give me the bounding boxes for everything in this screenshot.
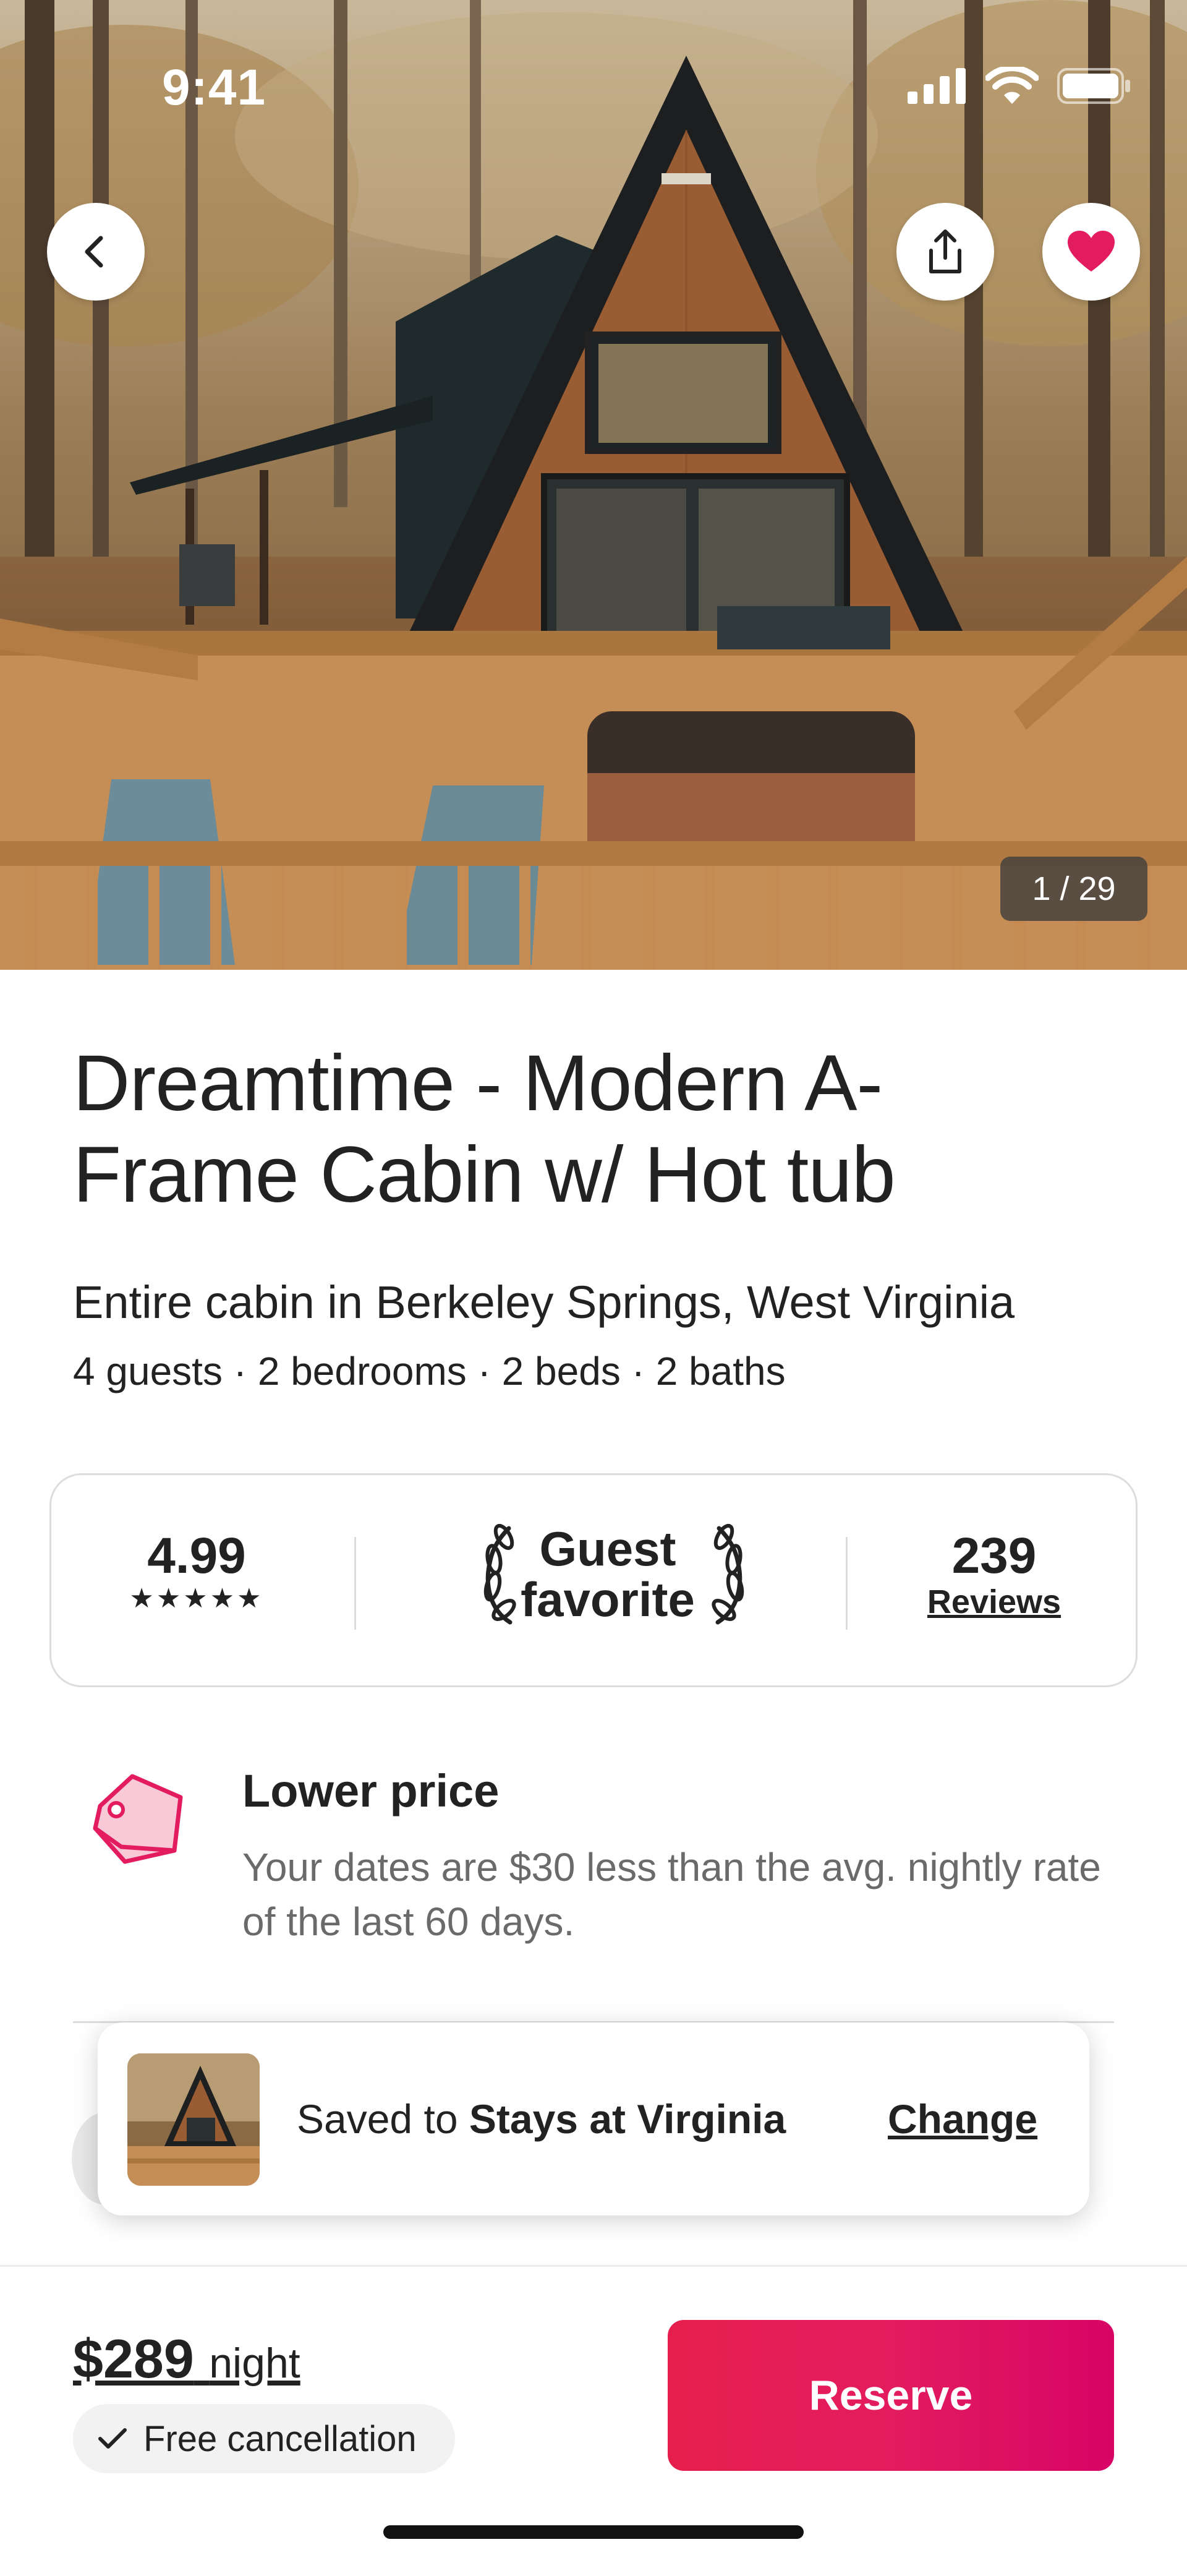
share-icon (929, 229, 961, 273)
price-tag-icon (93, 1774, 183, 1864)
nightly-price[interactable]: $289 night (73, 2327, 300, 2390)
toast-prefix: Saved to (297, 2096, 469, 2142)
price-unit: night (209, 2340, 300, 2387)
guest-favorite-label: Guest favorite (509, 1523, 707, 1625)
photo-counter: 1 / 29 (1000, 857, 1147, 921)
cellular-signal-icon (908, 68, 966, 104)
back-button[interactable] (47, 203, 145, 301)
free-cancellation-badge: Free cancellation (73, 2404, 455, 2473)
listing-subtitle: Entire cabin in Berkeley Springs, West V… (73, 1277, 1015, 1328)
divider (846, 1537, 848, 1630)
share-button[interactable] (896, 203, 994, 301)
listing-title: Dreamtime - Modern A-Frame Cabin w/ Hot … (73, 1039, 896, 1219)
reviews-link[interactable]: 239 Reviews (911, 1527, 1078, 1621)
wishlist-thumbnail (127, 2053, 260, 2186)
booking-footer: $289 night Free cancellation Reserve (0, 2265, 1187, 2576)
free-cancellation-label: Free cancellation (143, 2418, 417, 2459)
rating-score: 4.99 (147, 1528, 246, 1584)
saved-to-wishlist-toast: Saved to Stays at Virginia Change (98, 2022, 1089, 2215)
guest-favorite-badge: Guest favorite (422, 1523, 793, 1635)
wifi-icon (985, 67, 1039, 104)
lower-price-title: Lower price (242, 1765, 500, 1816)
review-count: 239 (951, 1528, 1037, 1584)
guest-favorite-card[interactable]: 4.99 ★★★★★ Guest favorite 239 Reviews (49, 1473, 1138, 1687)
change-wishlist-button[interactable]: Change (888, 2095, 1037, 2142)
chevron-left-icon (85, 236, 103, 268)
cabin-photo (0, 0, 1187, 970)
badge-line-2: favorite (521, 1572, 695, 1627)
price-amount: $289 (73, 2328, 194, 2389)
battery-icon (1057, 68, 1130, 104)
hero-photo[interactable]: 9:41 1 / 29 (0, 0, 1187, 970)
status-time: 9:41 (162, 59, 266, 116)
status-icons (908, 67, 1131, 105)
divider (354, 1537, 356, 1630)
check-icon (98, 2428, 127, 2449)
rating-block: 4.99 ★★★★★ (126, 1527, 268, 1614)
save-favorite-button[interactable] (1042, 203, 1140, 301)
toast-message: Saved to Stays at Virginia (297, 2095, 786, 2142)
reserve-button[interactable]: Reserve (668, 2320, 1114, 2471)
home-indicator (383, 2525, 804, 2539)
listing-details: 4 guests · 2 bedrooms · 2 beds · 2 baths (73, 1349, 786, 1393)
heart-icon (1068, 231, 1115, 272)
lower-price-description: Your dates are $30 less than the avg. ni… (242, 1845, 1101, 1944)
wishlist-name: Stays at Virginia (469, 2096, 786, 2142)
reviews-label[interactable]: Reviews (911, 1583, 1078, 1621)
rating-stars: ★★★★★ (129, 1583, 264, 1614)
laurel-right-icon (712, 1523, 744, 1625)
badge-line-1: Guest (539, 1521, 676, 1576)
